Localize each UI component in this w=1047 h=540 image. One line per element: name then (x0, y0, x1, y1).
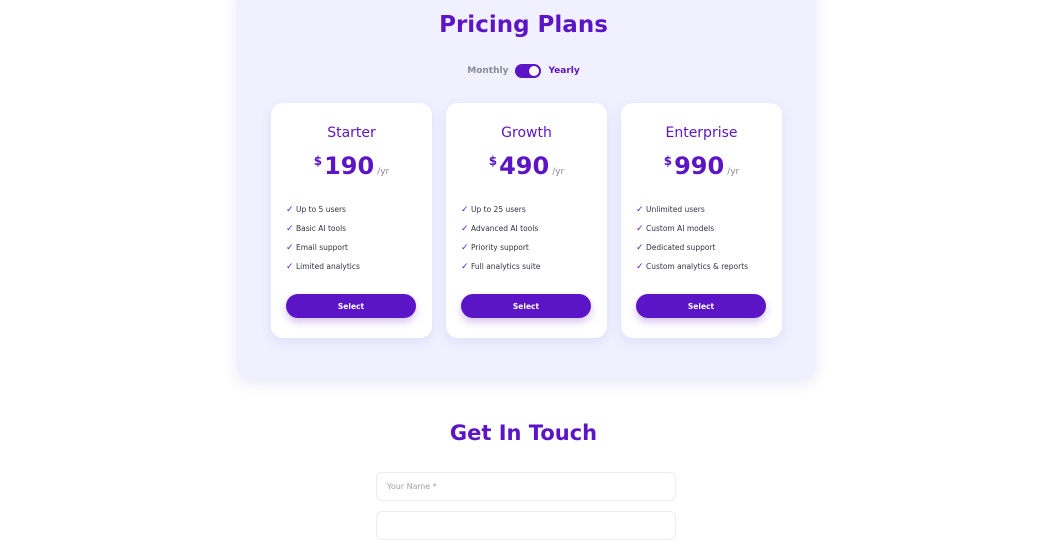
check-icon: ✓ (286, 204, 294, 215)
feature-item: ✓ Full analytics suite (461, 257, 540, 276)
price-period: /yr (552, 167, 565, 177)
feature-item: ✓ Custom AI models (636, 219, 748, 238)
check-icon: ✓ (286, 223, 294, 234)
feature-label: Full analytics suite (471, 262, 541, 271)
feature-item: ✓ Up to 25 users (461, 200, 540, 219)
feature-item: ✓ Up to 5 users (286, 200, 360, 219)
select-growth-button[interactable]: Select (461, 294, 591, 318)
feature-item: ✓ Limited analytics (286, 257, 360, 276)
plan-name: Starter (327, 125, 376, 141)
check-icon: ✓ (636, 223, 644, 234)
plan-price: $ 990 /yr (621, 151, 782, 181)
price-currency: $ (313, 154, 323, 168)
feature-label: Dedicated support (646, 243, 716, 252)
toggle-label-yearly[interactable]: Yearly (548, 66, 579, 76)
feature-item: ✓ Unlimited users (636, 200, 748, 219)
price-period: /yr (377, 167, 390, 177)
plan-card-enterprise: Enterprise $ 990 /yr ✓ Unlimited users ✓ C… (621, 103, 782, 338)
feature-label: Email support (296, 243, 348, 252)
price-amount: 490 (499, 152, 550, 180)
toggle-knob (529, 66, 540, 76)
feature-label: Custom AI models (646, 224, 715, 233)
check-icon: ✓ (636, 261, 644, 272)
feature-item: ✓ Email support (286, 238, 360, 257)
check-icon: ✓ (286, 261, 294, 272)
feature-item: ✓ Custom analytics & reports (636, 257, 748, 276)
price-period: /yr (727, 167, 740, 177)
toggle-label-monthly[interactable]: Monthly (467, 66, 508, 76)
check-icon: ✓ (461, 204, 469, 215)
feature-label: Basic AI tools (296, 224, 347, 233)
plan-price: $ 190 /yr (271, 151, 432, 181)
check-icon: ✓ (461, 242, 469, 253)
billing-toggle: Monthly Yearly (0, 64, 1047, 78)
plan-card-growth: Growth $ 490 /yr ✓ Up to 25 users ✓ Advanc… (446, 103, 607, 338)
plan-card-starter: Starter $ 190 /yr ✓ Up to 5 users ✓ Basic … (271, 103, 432, 338)
select-enterprise-button[interactable]: Select (636, 294, 766, 318)
check-icon: ✓ (286, 242, 294, 253)
check-icon: ✓ (461, 261, 469, 272)
billing-toggle-switch[interactable] (515, 64, 542, 78)
plan-name: Growth (501, 125, 552, 141)
price-currency: $ (663, 154, 673, 168)
feature-label: Advanced AI tools (471, 224, 539, 233)
feature-label: Limited analytics (296, 262, 360, 271)
feature-list: ✓ Up to 25 users ✓ Advanced AI tools ✓ Prio… (461, 200, 540, 276)
select-starter-button[interactable]: Select (286, 294, 416, 318)
plan-name: Enterprise (665, 125, 738, 141)
second-input[interactable] (376, 511, 676, 540)
check-icon: ✓ (461, 223, 469, 234)
feature-label: Priority support (471, 243, 529, 252)
name-input[interactable] (376, 472, 676, 501)
feature-label: Up to 5 users (296, 205, 346, 214)
feature-item: ✓ Priority support (461, 238, 540, 257)
plan-price: $ 490 /yr (446, 151, 607, 181)
check-icon: ✓ (636, 204, 644, 215)
feature-label: Unlimited users (646, 205, 705, 214)
price-amount: 190 (324, 152, 375, 180)
price-currency: $ (488, 154, 498, 168)
feature-item: ✓ Advanced AI tools (461, 219, 540, 238)
feature-list: ✓ Unlimited users ✓ Custom AI models ✓ Dedi… (636, 200, 748, 276)
feature-list: ✓ Up to 5 users ✓ Basic AI tools ✓ Email su… (286, 200, 360, 276)
feature-item: ✓ Basic AI tools (286, 219, 360, 238)
price-amount: 990 (674, 152, 725, 180)
feature-label: Custom analytics & reports (646, 262, 749, 271)
feature-label: Up to 25 users (471, 205, 526, 214)
check-icon: ✓ (636, 242, 644, 253)
feature-item: ✓ Dedicated support (636, 238, 748, 257)
pricing-title: Pricing Plans (439, 12, 608, 38)
contact-title: Get In Touch (449, 421, 598, 445)
